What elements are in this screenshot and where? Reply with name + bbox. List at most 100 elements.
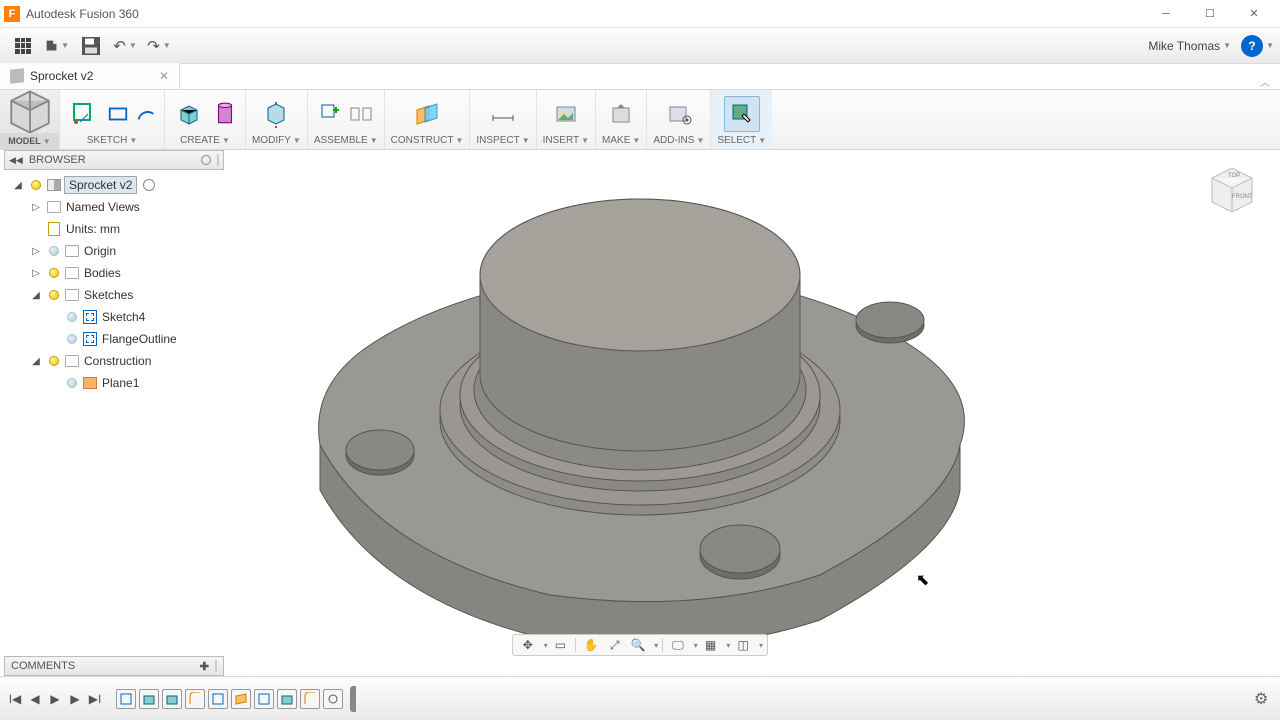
sketch-icon [83,332,97,346]
timeline-feature-extrude[interactable] [139,689,159,709]
twist-icon[interactable]: ◢ [28,287,44,303]
construct-plane-button[interactable] [409,96,445,132]
visibility-icon[interactable] [49,246,59,256]
tree-units[interactable]: Units: mm [4,218,264,240]
document-tab[interactable]: Sprocket v2 ✕ [0,63,180,89]
browser-pin-icon[interactable]: ◀◀ [9,155,23,166]
tree-plane1[interactable]: Plane1 [4,372,264,394]
activate-icon[interactable] [143,179,155,191]
viewcube[interactable]: TOP FRONT [1200,158,1264,222]
timeline-prev-button[interactable]: ◀ [26,690,44,708]
timeline-play-controls: I◀ ◀ ▶ ▶ ▶I [6,690,104,708]
insert-button[interactable] [548,96,584,132]
quick-access-toolbar: ▼ ↶▼ ↷▼ Mike Thomas▼ ?▼ [0,28,1280,64]
document-tab-label: Sprocket v2 [30,69,93,83]
tree-root[interactable]: ◢ Sprocket v2 [4,174,264,196]
timeline-settings-button[interactable]: ⚙ [1254,689,1274,709]
timeline-feature-extrude[interactable] [162,689,182,709]
visibility-icon[interactable] [67,312,77,322]
browser-panel-header[interactable]: ◀◀ BROWSER [4,150,224,170]
pan-button[interactable]: ✋ [580,636,602,654]
display-settings-button[interactable]: 🖵 [667,636,689,654]
timeline-features [116,686,356,712]
timeline-feature-fillet[interactable] [185,689,205,709]
tree-flange-outline[interactable]: FlangeOutline [4,328,264,350]
orbit-button[interactable]: ✥ [517,636,539,654]
timeline-feature-sketch[interactable] [116,689,136,709]
browser-menu-icon[interactable] [201,155,211,165]
timeline-feature-hole[interactable] [323,689,343,709]
joint-button[interactable] [348,96,374,132]
tab-close-icon[interactable]: ✕ [159,69,169,83]
twist-icon[interactable]: ▷ [28,265,44,281]
tree-construction[interactable]: ◢ Construction [4,350,264,372]
timeline-feature-sketch[interactable] [208,689,228,709]
close-button[interactable]: ✕ [1232,0,1276,28]
minimize-button[interactable]: ─ [1144,0,1188,28]
save-button[interactable] [79,34,103,58]
maximize-button[interactable]: ☐ [1188,0,1232,28]
press-pull-button[interactable] [258,96,294,132]
ribbon-group-sketch: SKETCH▼ [60,90,165,149]
rectangle-button[interactable] [106,96,130,132]
divider-icon [215,660,217,672]
plane-icon [83,377,97,389]
visibility-icon[interactable] [49,290,59,300]
collapse-ribbon-button[interactable]: ︿ [1250,74,1280,89]
ribbon-group-inspect: INSPECT▼ [470,90,536,149]
lookat-button[interactable]: ▭ [550,636,572,654]
make-button[interactable] [603,96,639,132]
viewport-layout-button[interactable]: ◫ [732,636,754,654]
user-menu[interactable]: Mike Thomas▼ [1148,39,1231,53]
add-comment-icon[interactable]: ✚ [200,660,209,673]
twist-icon[interactable]: ▷ [28,199,44,215]
timeline-feature-sketch[interactable] [254,689,274,709]
comments-panel-header[interactable]: COMMENTS ✚ [4,656,224,676]
measure-button[interactable] [485,96,521,132]
grid-settings-button[interactable]: ▦ [700,636,722,654]
tree-sketches[interactable]: ◢ Sketches [4,284,264,306]
revolve-button[interactable] [211,96,239,132]
timeline-feature-extrude[interactable] [277,689,297,709]
timeline-next-button[interactable]: ▶ [66,690,84,708]
twist-icon[interactable]: ▷ [28,243,44,259]
redo-button[interactable]: ↷▼ [147,34,171,58]
workspace-switcher[interactable]: MODEL▼ [0,90,60,149]
tree-label: FlangeOutline [100,331,179,347]
timeline-feature-fillet[interactable] [300,689,320,709]
ribbon-label-addins: ADD-INS [653,135,694,146]
extrude-button[interactable] [171,96,207,132]
timeline-feature-plane[interactable] [231,689,251,709]
visibility-icon[interactable] [49,268,59,278]
timeline-end-marker[interactable] [350,686,356,712]
tree-sketch4[interactable]: Sketch4 [4,306,264,328]
twist-icon[interactable]: ◢ [28,353,44,369]
timeline-end-button[interactable]: ▶I [86,690,104,708]
addins-button[interactable] [661,96,697,132]
tree-named-views[interactable]: ▷ Named Views [4,196,264,218]
visibility-icon[interactable] [67,378,77,388]
tree-label: Sketch4 [100,309,147,325]
select-button[interactable] [724,96,760,132]
twist-icon[interactable]: ◢ [10,177,26,193]
timeline-start-button[interactable]: I◀ [6,690,24,708]
data-panel-button[interactable] [11,34,35,58]
visibility-icon[interactable] [49,356,59,366]
tree-origin[interactable]: ▷ Origin [4,240,264,262]
create-sketch-button[interactable] [66,96,102,132]
new-component-button[interactable] [318,96,344,132]
help-button[interactable]: ? [1241,35,1263,57]
ribbon-label-assemble: ASSEMBLE [314,135,368,146]
timeline-play-button[interactable]: ▶ [46,690,64,708]
file-menu-button[interactable]: ▼ [45,34,69,58]
tree-bodies[interactable]: ▷ Bodies [4,262,264,284]
ribbon-group-make: MAKE▼ [596,90,647,149]
zoom-window-button[interactable]: 🔍 [628,636,650,654]
folder-icon [65,355,79,367]
ribbon-group-select: SELECT▼ [711,90,772,149]
zoom-button[interactable]: ⤢ [604,636,626,654]
visibility-icon[interactable] [67,334,77,344]
undo-button[interactable]: ↶▼ [113,34,137,58]
visibility-icon[interactable] [31,180,41,190]
arc-button[interactable] [134,96,158,132]
